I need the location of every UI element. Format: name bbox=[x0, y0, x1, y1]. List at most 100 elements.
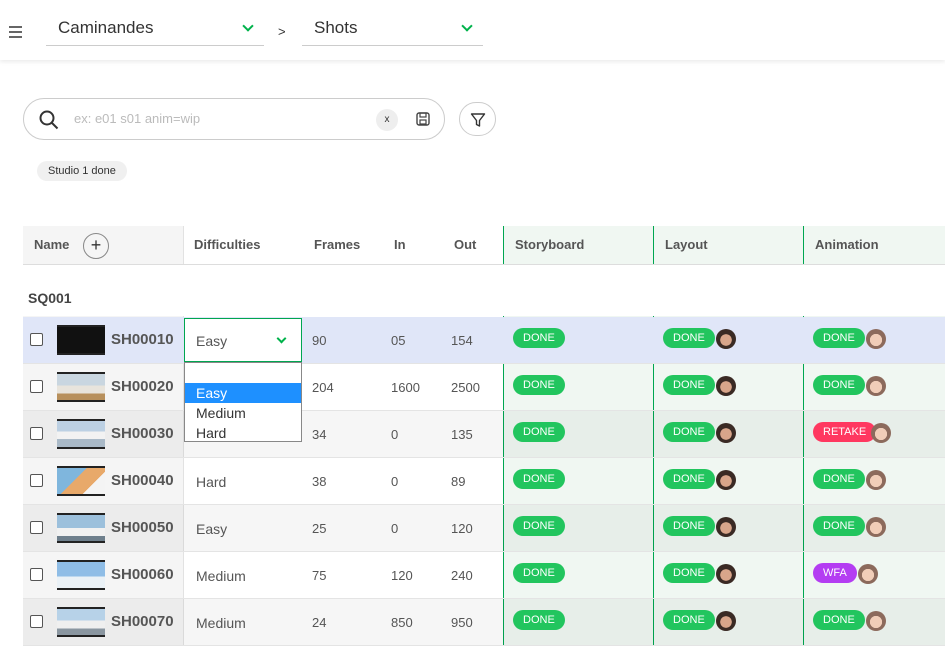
difficulty-select[interactable]: Easy bbox=[184, 318, 302, 362]
shot-thumbnail[interactable] bbox=[57, 607, 105, 637]
column-header-in[interactable]: In bbox=[394, 226, 406, 264]
shot-frames[interactable]: 75 bbox=[312, 568, 326, 583]
animation-status-badge[interactable]: DONE bbox=[813, 516, 865, 536]
animation-status-badge[interactable]: DONE bbox=[813, 375, 865, 395]
shot-out[interactable]: 950 bbox=[451, 615, 473, 630]
menu-icon[interactable] bbox=[9, 26, 22, 41]
row-checkbox[interactable] bbox=[30, 333, 43, 346]
shot-name[interactable]: SH00020 bbox=[111, 378, 174, 395]
layout-status-badge[interactable]: DONE bbox=[663, 328, 715, 348]
clear-search-button[interactable]: x bbox=[376, 109, 398, 131]
layout-assignee-avatar[interactable] bbox=[716, 517, 736, 537]
animation-status-badge[interactable]: DONE bbox=[813, 469, 865, 489]
storyboard-status-badge[interactable]: DONE bbox=[513, 516, 565, 536]
table-row[interactable]: SH00030 34 0 135 DONE DONE RETAKE bbox=[23, 411, 945, 458]
shot-difficulty[interactable]: Hard bbox=[196, 474, 226, 490]
saved-filter-tag[interactable]: Studio 1 done bbox=[37, 161, 127, 181]
shot-thumbnail[interactable] bbox=[57, 560, 105, 590]
row-checkbox[interactable] bbox=[30, 615, 43, 628]
shot-difficulty[interactable]: Medium bbox=[196, 568, 246, 584]
table-row[interactable]: SH00010 90 05 154 DONE DONE DONE bbox=[23, 317, 945, 364]
add-shot-button[interactable]: + bbox=[83, 233, 109, 259]
storyboard-status-badge[interactable]: DONE bbox=[513, 563, 565, 583]
shot-out[interactable]: 89 bbox=[451, 474, 465, 489]
shot-name[interactable]: SH00010 bbox=[111, 331, 174, 348]
difficulty-option-hard[interactable]: Hard bbox=[185, 423, 301, 443]
layout-assignee-avatar[interactable] bbox=[716, 376, 736, 396]
row-checkbox[interactable] bbox=[30, 427, 43, 440]
column-header-difficulties[interactable]: Difficulties bbox=[194, 226, 260, 264]
animation-assignee-avatar[interactable] bbox=[866, 611, 886, 631]
shot-name[interactable]: SH00070 bbox=[111, 613, 174, 630]
row-checkbox[interactable] bbox=[30, 521, 43, 534]
shot-thumbnail[interactable] bbox=[57, 466, 105, 496]
column-header-animation[interactable]: Animation bbox=[815, 226, 879, 264]
shot-in[interactable]: 0 bbox=[391, 521, 398, 536]
shot-difficulty[interactable]: Medium bbox=[196, 615, 246, 631]
animation-status-badge[interactable]: DONE bbox=[813, 328, 865, 348]
shot-frames[interactable]: 25 bbox=[312, 521, 326, 536]
shot-thumbnail[interactable] bbox=[57, 513, 105, 543]
layout-status-badge[interactable]: DONE bbox=[663, 516, 715, 536]
column-header-layout[interactable]: Layout bbox=[665, 226, 708, 264]
save-icon[interactable] bbox=[416, 112, 430, 126]
shot-out[interactable]: 120 bbox=[451, 521, 473, 536]
filter-button[interactable] bbox=[459, 102, 496, 136]
column-header-name[interactable]: Name bbox=[34, 226, 69, 264]
row-checkbox[interactable] bbox=[30, 568, 43, 581]
shot-in[interactable]: 120 bbox=[391, 568, 413, 583]
animation-assignee-avatar[interactable] bbox=[866, 517, 886, 537]
layout-status-badge[interactable]: DONE bbox=[663, 422, 715, 442]
section-select[interactable]: Shots bbox=[302, 10, 483, 46]
layout-status-badge[interactable]: DONE bbox=[663, 610, 715, 630]
row-checkbox[interactable] bbox=[30, 474, 43, 487]
shot-thumbnail[interactable] bbox=[57, 419, 105, 449]
layout-status-badge[interactable]: DONE bbox=[663, 375, 715, 395]
animation-assignee-avatar[interactable] bbox=[871, 423, 891, 443]
shot-out[interactable]: 240 bbox=[451, 568, 473, 583]
shot-out[interactable]: 2500 bbox=[451, 380, 480, 395]
layout-assignee-avatar[interactable] bbox=[716, 423, 736, 443]
difficulty-option-empty[interactable] bbox=[185, 363, 301, 383]
row-checkbox[interactable] bbox=[30, 380, 43, 393]
table-row[interactable]: SH00070 Medium 24 850 950 DONE DONE DONE bbox=[23, 599, 945, 646]
animation-assignee-avatar[interactable] bbox=[858, 564, 878, 584]
shot-out[interactable]: 135 bbox=[451, 427, 473, 442]
shot-frames[interactable]: 34 bbox=[312, 427, 326, 442]
shot-name[interactable]: SH00030 bbox=[111, 425, 174, 442]
table-row[interactable]: SH00040 Hard 38 0 89 DONE DONE DONE bbox=[23, 458, 945, 505]
shot-thumbnail[interactable] bbox=[57, 372, 105, 402]
difficulty-option-medium[interactable]: Medium bbox=[185, 403, 301, 423]
layout-status-badge[interactable]: DONE bbox=[663, 469, 715, 489]
difficulty-option-easy[interactable]: Easy bbox=[185, 383, 301, 403]
column-header-storyboard[interactable]: Storyboard bbox=[515, 226, 584, 264]
shot-name[interactable]: SH00060 bbox=[111, 566, 174, 583]
animation-status-badge[interactable]: DONE bbox=[813, 610, 865, 630]
table-row[interactable]: SH00020 204 1600 2500 DONE DONE DONE bbox=[23, 364, 945, 411]
table-row[interactable]: SH00050 Easy 25 0 120 DONE DONE DONE bbox=[23, 505, 945, 552]
shot-frames[interactable]: 90 bbox=[312, 333, 326, 348]
animation-status-badge[interactable]: WFA bbox=[813, 563, 857, 583]
layout-assignee-avatar[interactable] bbox=[716, 329, 736, 349]
column-header-frames[interactable]: Frames bbox=[314, 226, 360, 264]
animation-status-badge[interactable]: RETAKE bbox=[813, 422, 877, 442]
shot-in[interactable]: 0 bbox=[391, 474, 398, 489]
layout-status-badge[interactable]: DONE bbox=[663, 563, 715, 583]
shot-frames[interactable]: 24 bbox=[312, 615, 326, 630]
shot-difficulty[interactable]: Easy bbox=[196, 521, 227, 537]
storyboard-status-badge[interactable]: DONE bbox=[513, 469, 565, 489]
animation-assignee-avatar[interactable] bbox=[866, 329, 886, 349]
shot-in[interactable]: 850 bbox=[391, 615, 413, 630]
shot-in[interactable]: 05 bbox=[391, 333, 405, 348]
layout-assignee-avatar[interactable] bbox=[716, 611, 736, 631]
shot-frames[interactable]: 204 bbox=[312, 380, 334, 395]
storyboard-status-badge[interactable]: DONE bbox=[513, 375, 565, 395]
storyboard-status-badge[interactable]: DONE bbox=[513, 328, 565, 348]
table-row[interactable]: SH00060 Medium 75 120 240 DONE DONE WFA bbox=[23, 552, 945, 599]
shot-name[interactable]: SH00040 bbox=[111, 472, 174, 489]
shot-thumbnail[interactable] bbox=[57, 325, 105, 355]
shot-name[interactable]: SH00050 bbox=[111, 519, 174, 536]
animation-assignee-avatar[interactable] bbox=[866, 376, 886, 396]
layout-assignee-avatar[interactable] bbox=[716, 470, 736, 490]
shot-in[interactable]: 0 bbox=[391, 427, 398, 442]
